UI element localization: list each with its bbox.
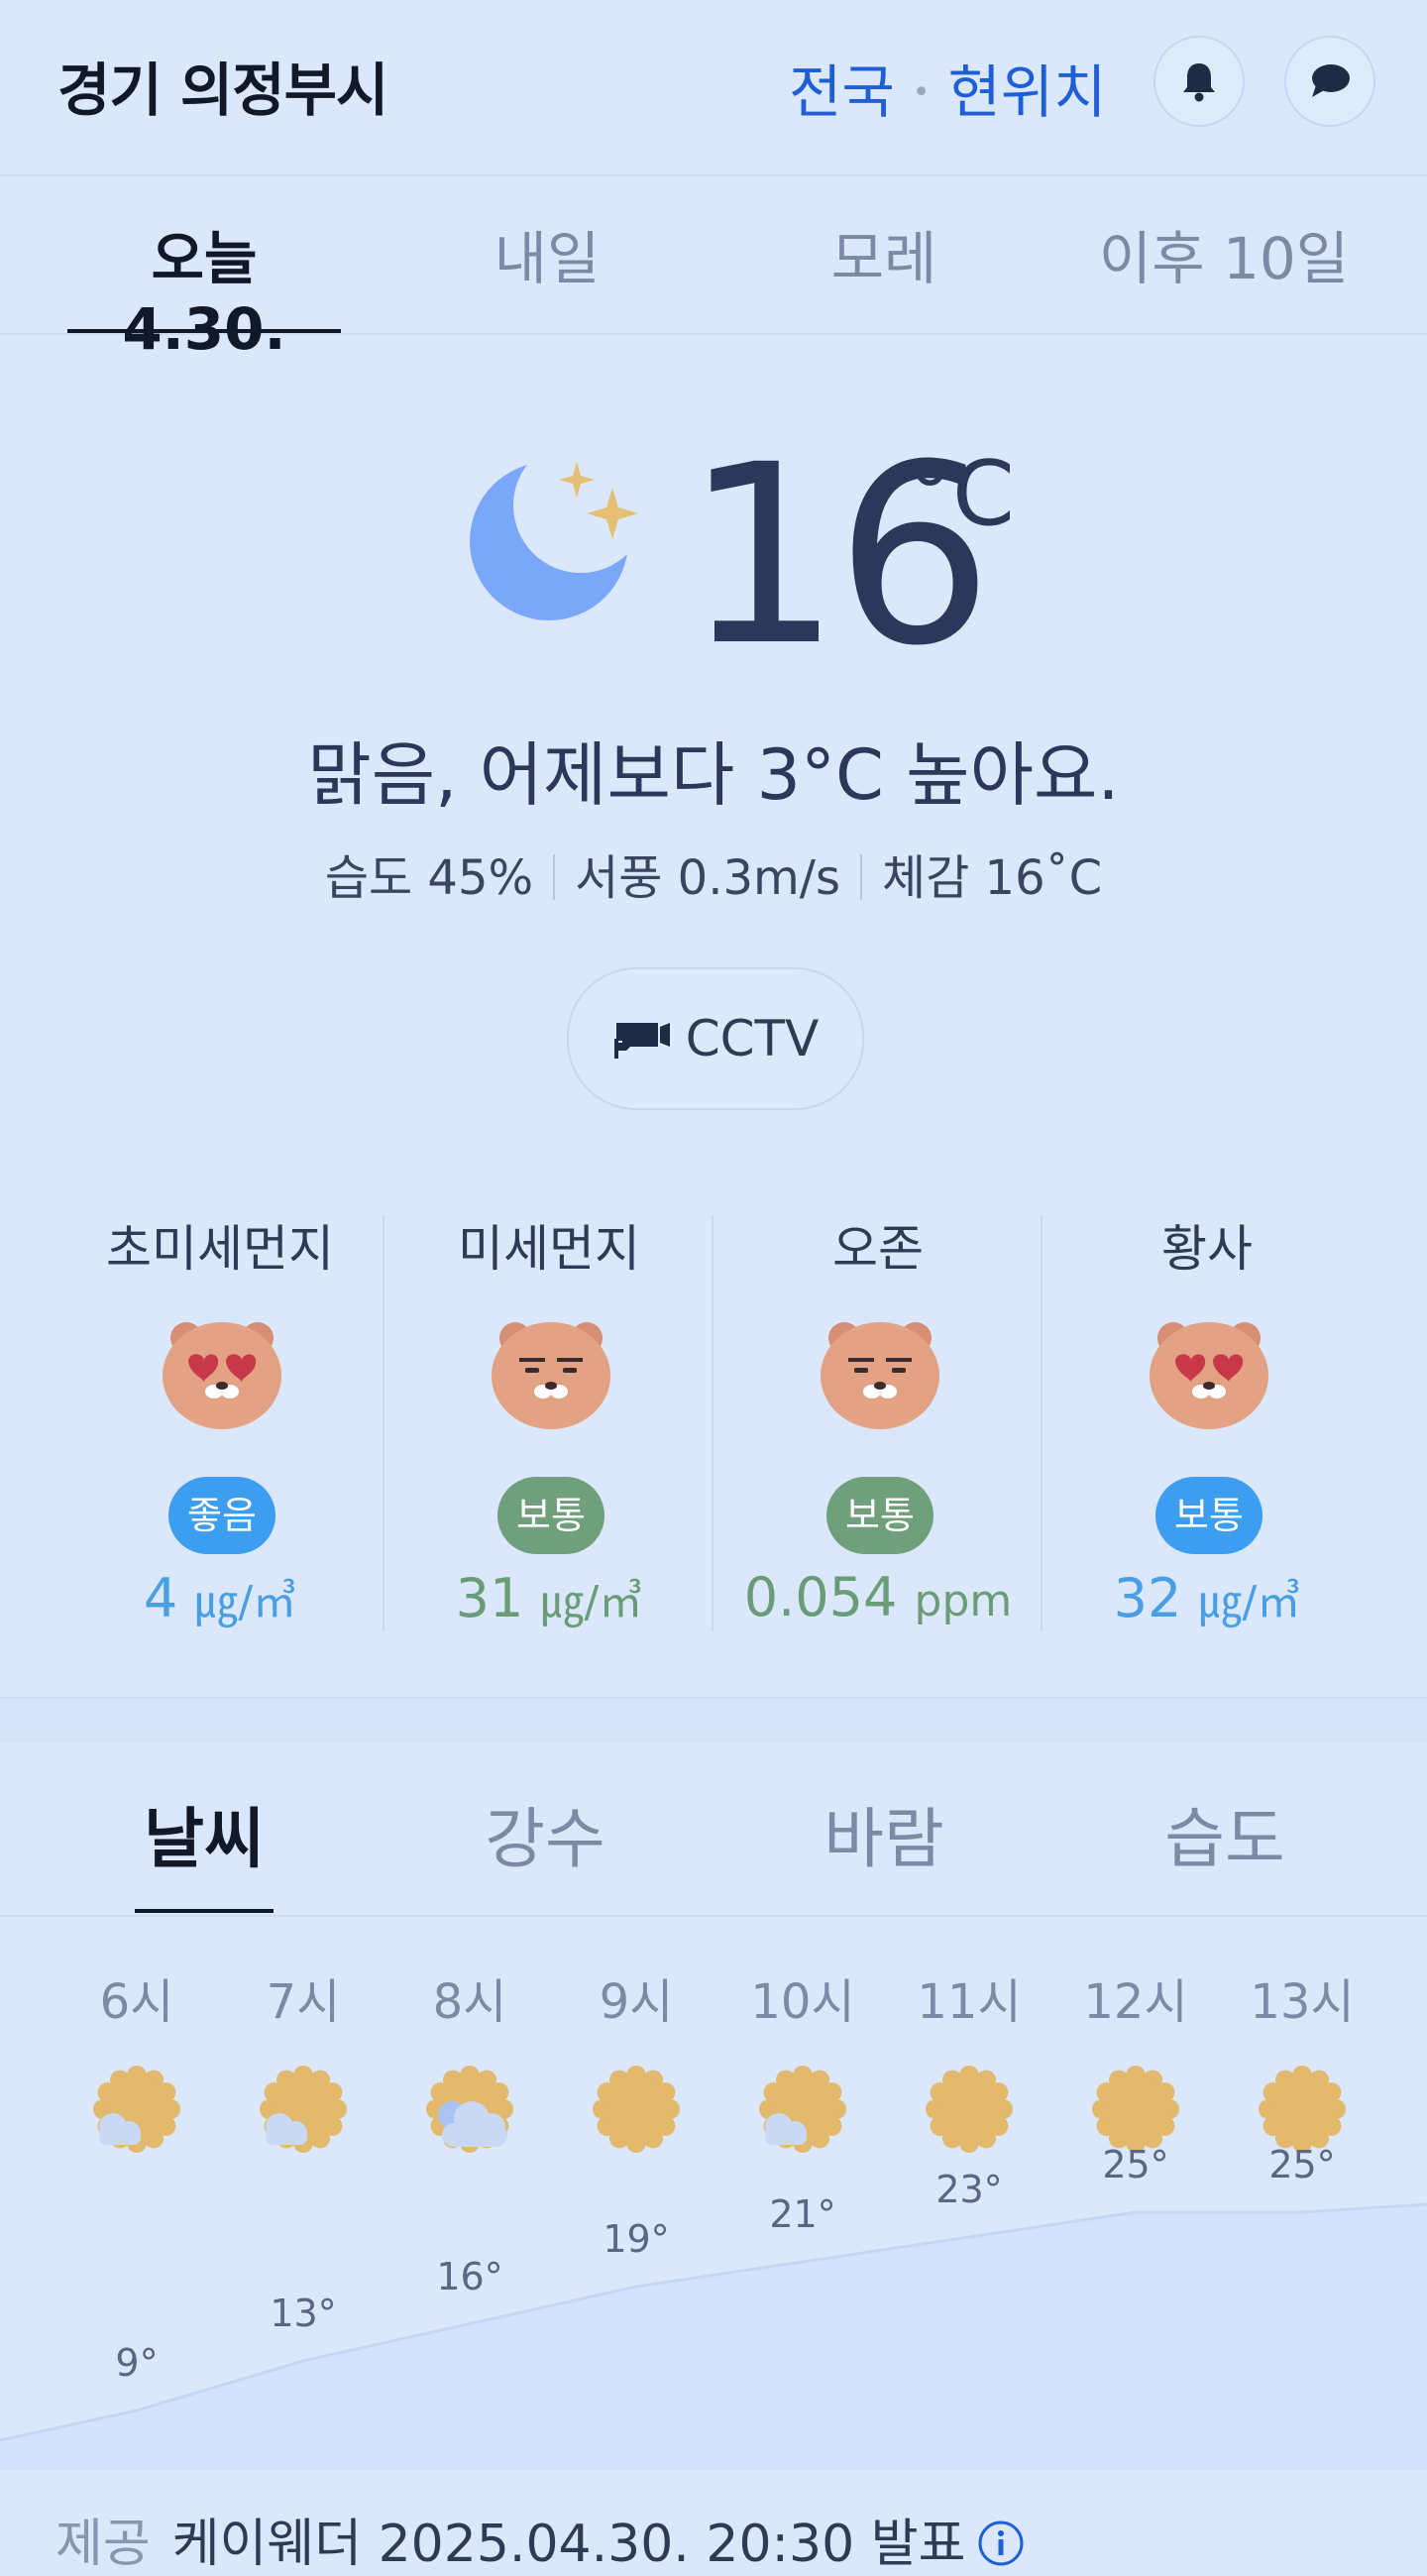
hour-temperature: 13° (270, 2292, 337, 2335)
sun-icon (589, 2064, 684, 2163)
status-badge: 보통 (497, 1477, 604, 1554)
provider-label: 제공 (55, 2515, 151, 2574)
tab-wind[interactable]: 바람 (785, 1786, 983, 1881)
air-value-unit: ㎍/㎥ (194, 1577, 297, 1627)
national-link[interactable]: 전국 (789, 58, 895, 126)
bell-icon (1183, 63, 1215, 102)
tab-day-after[interactable]: 모레 (757, 212, 1011, 295)
hour-temperature: 9° (115, 2341, 159, 2385)
provider-text: 케이웨더 2025.04.30. 20:30 발표 (171, 2515, 966, 2574)
temperature-trend-area (0, 2202, 1427, 2470)
hour-label: 7시 (266, 1974, 341, 2030)
hour-label: 9시 (599, 1974, 674, 2030)
hour-label: 8시 (432, 1974, 507, 2030)
hourly-forecast[interactable]: 6시 9° 7시 13° 8시 16° 9시 19° 10시 21° 11시 23° 12시 25° 13시… (0, 1915, 1427, 2470)
sun-cloud-icon (89, 2064, 184, 2163)
air-item-label: 미세먼지 (458, 1220, 640, 1278)
current-location-link[interactable]: 현위치 (947, 58, 1106, 126)
bear-neutral-icon (821, 1322, 939, 1429)
day-tabs: 오늘 4.30. 내일 모레 이후 10일 (0, 174, 1427, 363)
cctv-button[interactable]: CCTV (567, 967, 864, 1110)
temperature-unit: °C (908, 442, 1015, 546)
status-badge: 좋음 (168, 1477, 275, 1554)
chat-button[interactable] (1284, 36, 1375, 127)
air-item-yellow-dust[interactable]: 황사 보통 32 ㎍/㎥ (1043, 1189, 1372, 1645)
dot-separator: • (912, 75, 931, 110)
section-divider (0, 1697, 1427, 1742)
notification-button[interactable] (1153, 36, 1245, 127)
weather-details: 습도 45% 서풍 0.3m/s 체감 16˚C (0, 839, 1427, 908)
weather-summary: 맑음, 어제보다 3°C 높아요. (307, 734, 1120, 816)
provider-info: 제공 케이웨더 2025.04.30. 20:30 발표 (55, 2502, 1025, 2576)
air-value: 0.054 ppm (714, 1566, 1043, 1628)
location-links: 전국 • 현위치 (789, 46, 1107, 129)
hour-label: 13시 (1250, 1974, 1355, 2030)
sun-icon (922, 2064, 1017, 2163)
bear-heart-eyes-icon (1150, 1322, 1268, 1429)
detail-divider (553, 854, 556, 900)
air-value-number: 32 (1113, 1567, 1182, 1629)
hour-temperature: 25° (1268, 2143, 1336, 2186)
tab-weather[interactable]: 날씨 (105, 1786, 303, 1881)
bear-heart-eyes-icon (163, 1322, 281, 1429)
hour-label: 11시 (917, 1974, 1022, 2030)
air-item-ultrafine-dust[interactable]: 초미세먼지 좋음 4 ㎍/㎥ (55, 1189, 384, 1645)
air-value-unit: ㎍/㎥ (540, 1577, 643, 1627)
sun-cloud-icon (256, 2064, 351, 2163)
cloud-sun-icon (422, 2064, 517, 2163)
hour-label: 6시 (99, 1974, 174, 2030)
info-icon[interactable] (977, 2520, 1025, 2567)
detail-tab-active-indicator (135, 1909, 274, 1913)
hour-temperature: 19° (603, 2217, 670, 2261)
cctv-label: CCTV (685, 1010, 820, 1067)
air-item-ozone[interactable]: 오존 보통 0.054 ppm (714, 1189, 1043, 1645)
detail-divider (859, 854, 862, 900)
air-value-unit: ㎍/㎥ (1198, 1577, 1301, 1627)
status-badge: 보통 (1155, 1477, 1262, 1554)
feels-like-text: 체감 16˚C (881, 850, 1103, 906)
air-quality-section: 초미세먼지 좋음 4 ㎍/㎥ 미세먼지 보통 31 ㎍/㎥ 오존 보통 0.05… (0, 1189, 1427, 1645)
air-value-number: 0.054 (743, 1566, 898, 1628)
humidity-text: 습도 45% (324, 850, 534, 906)
tab-precipitation[interactable]: 강수 (446, 1786, 644, 1881)
air-value: 32 ㎍/㎥ (1043, 1566, 1372, 1629)
cctv-camera-icon (613, 1023, 670, 1059)
air-value: 31 ㎍/㎥ (384, 1566, 714, 1629)
hour-temperature: 21° (769, 2192, 836, 2236)
tab-humidity[interactable]: 습도 (1126, 1786, 1324, 1881)
tab-tomorrow[interactable]: 내일 (420, 212, 674, 295)
air-item-label: 오존 (832, 1220, 924, 1278)
air-item-label: 황사 (1161, 1220, 1253, 1278)
status-badge: 보통 (826, 1477, 933, 1554)
sun-cloud-icon (755, 2064, 850, 2163)
hour-temperature: 23° (935, 2168, 1003, 2211)
air-value-unit: ppm (914, 1576, 1013, 1626)
wind-text: 서풍 0.3m/s (575, 850, 840, 906)
air-value-number: 4 (143, 1567, 178, 1629)
hour-label: 10시 (750, 1974, 855, 2030)
hour-label: 12시 (1083, 1974, 1188, 2030)
hour-temperature: 25° (1102, 2143, 1169, 2186)
hour-temperature: 16° (436, 2254, 503, 2298)
temperature-area (0, 2204, 1427, 2470)
current-weather: 16 °C 맑음, 어제보다 3°C 높아요. 습도 45% 서풍 0.3m/s 체… (0, 333, 1427, 1126)
air-value-number: 31 (455, 1567, 524, 1629)
location-title[interactable]: 경기 의정부시 (57, 44, 388, 127)
detail-tabs: 날씨 강수 바람 습도 (0, 1740, 1427, 1917)
chat-bubble-icon (1312, 64, 1350, 97)
top-bar: 경기 의정부시 전국 • 현위치 (0, 0, 1427, 176)
bear-neutral-icon (492, 1322, 610, 1429)
air-value: 4 ㎍/㎥ (55, 1566, 384, 1629)
clear-night-moon-icon (470, 462, 638, 620)
tab-next-10-days[interactable]: 이후 10일 (1080, 212, 1368, 295)
air-item-fine-dust[interactable]: 미세먼지 보통 31 ㎍/㎥ (384, 1189, 714, 1645)
air-item-label: 초미세먼지 (106, 1220, 334, 1278)
